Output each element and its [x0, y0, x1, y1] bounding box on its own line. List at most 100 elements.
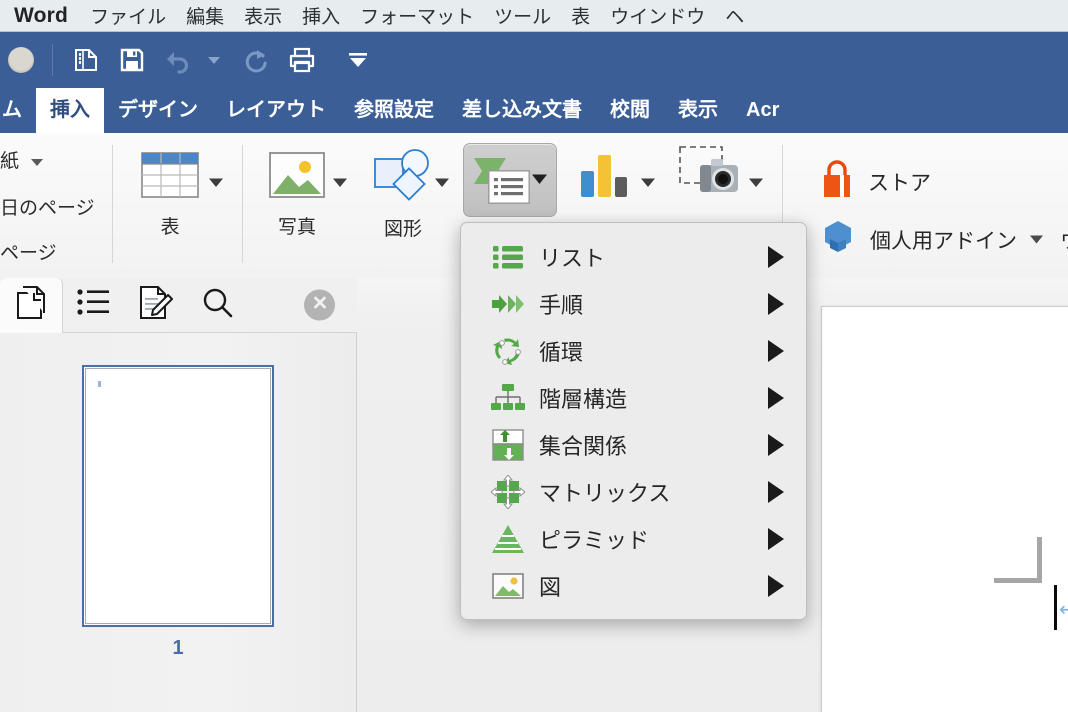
navtab-search[interactable] [187, 278, 249, 333]
ribbon-wikipedia-label[interactable]: ウィ [1060, 225, 1068, 255]
smartart-list-thumb-icon [488, 170, 530, 209]
search-icon [200, 285, 236, 326]
paragraph-mark-icon: ↵ [1059, 599, 1068, 621]
qat-undo[interactable] [157, 39, 199, 81]
smartart-menu-item-cycle[interactable]: 循環 [461, 327, 806, 374]
document-status-circle [8, 47, 34, 73]
qat-undo-caret[interactable] [203, 39, 225, 81]
menu-insert[interactable]: 挿入 [302, 2, 340, 29]
picture-icon [491, 569, 525, 603]
smartart-menu-item-list[interactable]: リスト [461, 233, 806, 280]
ribbon-pages-item2[interactable]: 日のページ [0, 193, 95, 220]
submenu-arrow-icon [768, 386, 784, 409]
document-page[interactable]: ↵ [821, 306, 1068, 712]
menu-tools[interactable]: ツール [494, 2, 551, 29]
smartart-menu-item-matrix[interactable]: マトリックス [461, 468, 806, 515]
smartart-menu-item-process[interactable]: 手順 [461, 280, 806, 327]
ribbon-screenshot-caret[interactable] [748, 175, 764, 193]
menu-help-clipped[interactable]: ヘ [725, 2, 744, 29]
margin-corner-mark [994, 537, 1042, 583]
ribbon-picture-caret[interactable] [332, 175, 348, 193]
save-icon [118, 46, 146, 74]
matrix-icon [491, 474, 525, 509]
smartart-menu-label: ピラミッド [539, 527, 650, 553]
menu-view[interactable]: 表示 [244, 2, 282, 29]
ribbon-chart-caret[interactable] [640, 175, 656, 193]
qat-sidebar-toggle[interactable] [65, 39, 107, 81]
ribbon-screenshot-button[interactable] [678, 145, 740, 206]
navtab-reviewing[interactable] [125, 278, 187, 333]
menu-format[interactable]: フォーマット [360, 2, 474, 29]
menu-window[interactable]: ウインドウ [610, 2, 705, 29]
chevron-down-icon [748, 175, 764, 192]
ribbon-pages-item3[interactable]: ページ [0, 238, 57, 265]
tab-layout[interactable]: レイアウト [212, 88, 340, 133]
close-navigation-pane-button[interactable] [304, 289, 335, 321]
chevron-down-icon [208, 175, 224, 192]
tab-references[interactable]: 参照設定 [340, 88, 448, 133]
word-application-window: Word ファイル 編集 表示 挿入 フォーマット ツール 表 ウインドウ ヘ [0, 0, 1068, 712]
redo-icon [242, 46, 270, 74]
ribbon-picture-button[interactable]: 写真 [268, 149, 326, 239]
menu-edit[interactable]: 編集 [186, 2, 224, 29]
smartart-menu-item-relationship[interactable]: 集合関係 [461, 421, 806, 468]
macos-menu-bar: Word ファイル 編集 表示 挿入 フォーマット ツール 表 ウインドウ ヘ [0, 0, 1068, 32]
ribbon-chart-button[interactable] [578, 151, 632, 204]
ribbon-shapes-button[interactable]: 図形 [372, 147, 434, 241]
ribbon-shapes-caret[interactable] [434, 175, 450, 193]
sidebar-toggle-icon [71, 45, 101, 75]
ribbon-addins-button[interactable]: 個人用アドイン ウィ [820, 218, 1068, 261]
cycle-icon [491, 334, 525, 368]
smartart-menu-label: 階層構造 [539, 386, 628, 412]
ribbon-smartart-caret[interactable] [531, 172, 548, 190]
ribbon-store-label: ストア [868, 171, 931, 195]
qat-redo[interactable] [235, 39, 277, 81]
tab-design[interactable]: デザイン [104, 88, 212, 133]
navtab-thumbnails[interactable] [0, 277, 63, 333]
ribbon-store-button[interactable]: ストア [820, 160, 931, 203]
submenu-arrow-icon [768, 433, 784, 456]
relationship-icon [491, 428, 525, 462]
ribbon-table-caret[interactable] [208, 175, 224, 193]
chevron-down-icon [332, 175, 348, 192]
tab-insert[interactable]: 挿入 [36, 88, 104, 133]
qat-save[interactable] [111, 39, 153, 81]
ribbon-table-button[interactable]: 表 [140, 149, 200, 239]
submenu-arrow-icon [768, 527, 784, 550]
smartart-menu-label: リスト [539, 245, 606, 271]
page-thumbnail-list[interactable]: 1 [0, 333, 356, 712]
page-thumbnail-1[interactable] [82, 365, 274, 627]
thumbnail-cursor-mark [98, 381, 101, 387]
ribbon-pages-item1[interactable]: 紙 [0, 146, 44, 173]
tab-acrobat-clipped[interactable]: Acr [732, 88, 793, 133]
chevron-down-icon[interactable] [30, 151, 44, 173]
ribbon-smartart-button[interactable] [463, 143, 557, 217]
screenshot-camera-icon [678, 145, 740, 206]
document-map-icon [76, 287, 112, 324]
tab-mailings[interactable]: 差し込み文書 [448, 88, 596, 133]
smartart-menu-item-hierarchy[interactable]: 階層構造 [461, 374, 806, 421]
tab-review[interactable]: 校閲 [596, 88, 664, 133]
navigation-pane-tabs [0, 277, 357, 333]
undo-icon [163, 46, 193, 74]
ribbon-picture-label: 写真 [277, 217, 316, 238]
pyramid-icon [491, 522, 525, 556]
store-bag-icon [820, 160, 854, 203]
print-icon [287, 46, 317, 74]
menu-table[interactable]: 表 [571, 2, 590, 29]
ribbon-shapes-label: 図形 [383, 219, 422, 240]
smartart-menu-label: 図 [539, 574, 562, 600]
qat-print[interactable] [281, 39, 323, 81]
smartart-dropdown-menu: リスト 手順 循環 階層構造 集合関係 マトリックス ピラミッド 図 [460, 222, 807, 620]
ribbon-group-divider [242, 145, 243, 263]
qat-overflow[interactable] [337, 39, 379, 81]
chevron-down-icon[interactable] [1029, 231, 1044, 249]
smartart-menu-item-picture[interactable]: 図 [461, 562, 806, 609]
smartart-menu-item-pyramid[interactable]: ピラミッド [461, 515, 806, 562]
navtab-document-map[interactable] [63, 278, 125, 333]
tab-view[interactable]: 表示 [664, 88, 732, 133]
tab-home-clipped[interactable]: ム [0, 88, 36, 133]
app-name-word[interactable]: Word [14, 4, 68, 28]
chevron-down-icon [206, 54, 222, 66]
menu-file[interactable]: ファイル [90, 2, 166, 29]
